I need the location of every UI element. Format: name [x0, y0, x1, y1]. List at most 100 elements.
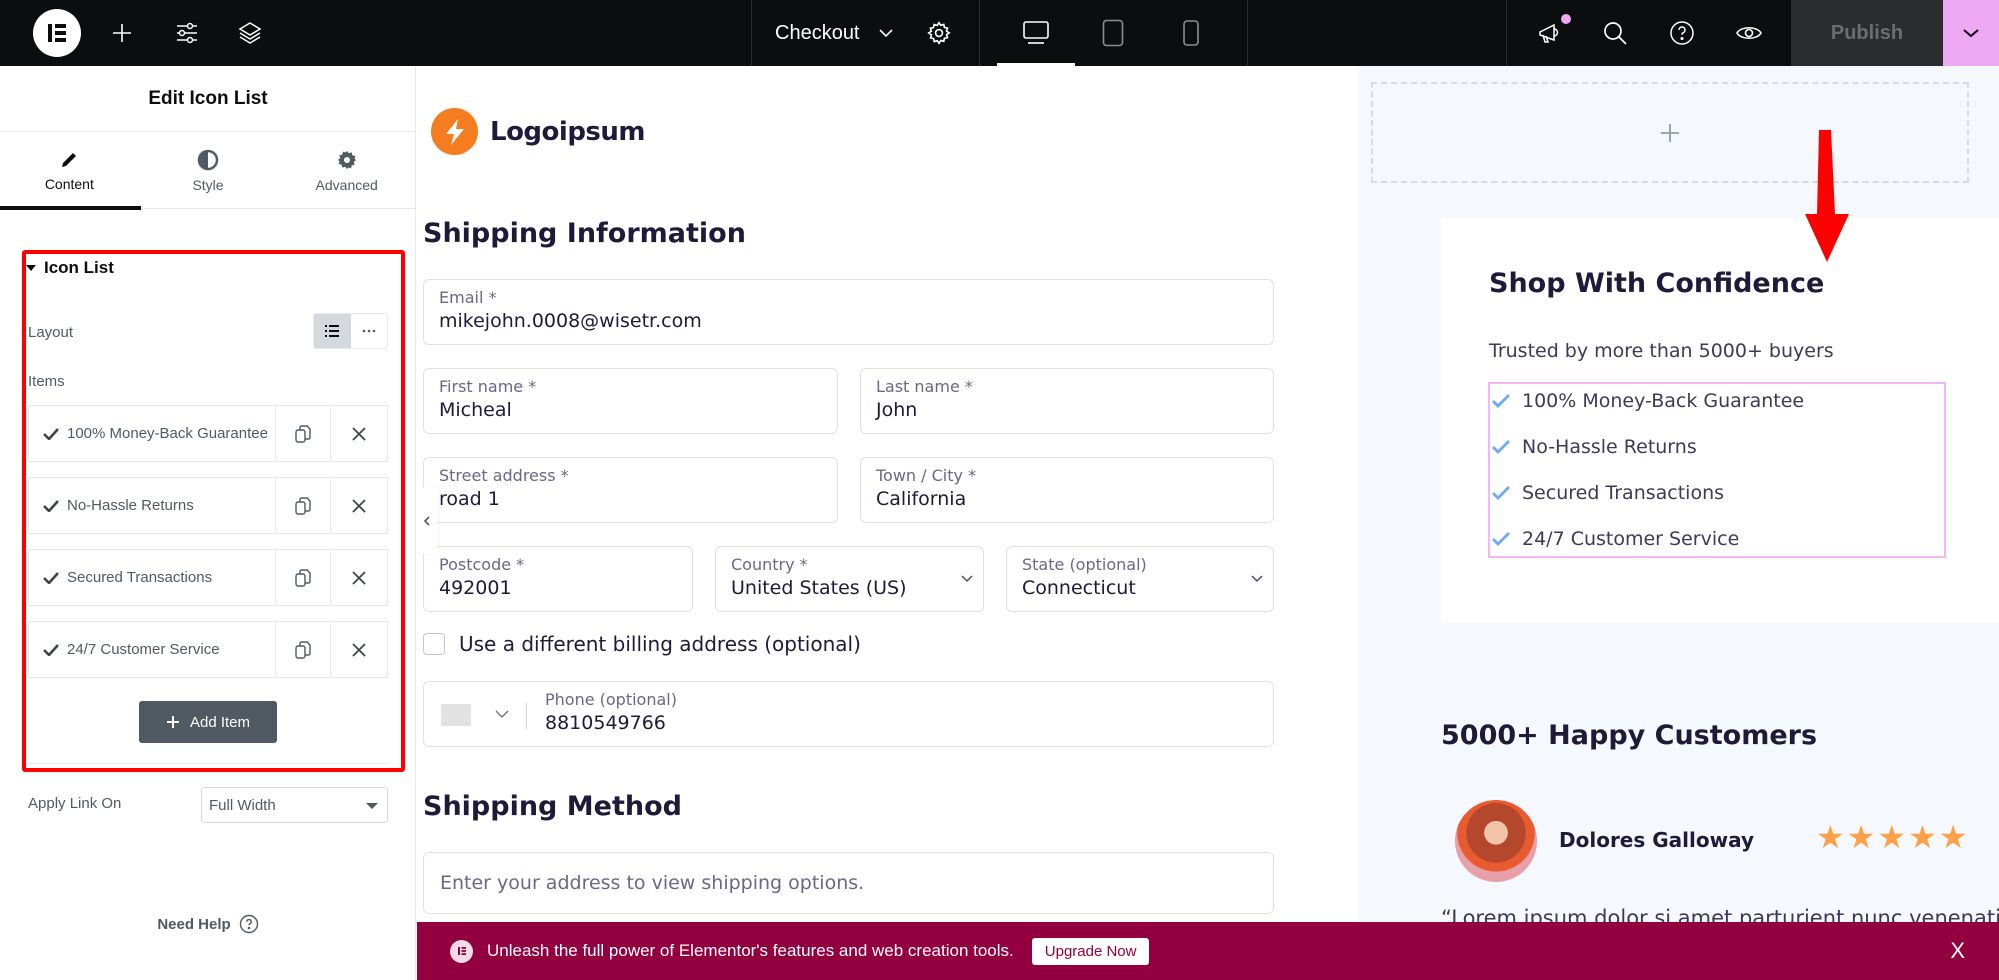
panel-title: Edit Icon List [0, 66, 416, 132]
need-help-link[interactable]: Need Help [0, 914, 416, 934]
copy-icon [295, 568, 311, 587]
remove-item-button[interactable] [331, 550, 387, 605]
apply-link-select[interactable]: Full Width [201, 787, 388, 823]
postcode-field[interactable]: Postcode * 492001 [423, 546, 693, 612]
country-select[interactable]: Country * United States (US) [715, 546, 984, 612]
gear-icon [927, 21, 951, 45]
close-promo-button[interactable]: X [1950, 938, 1965, 964]
chevron-down-icon [1251, 575, 1263, 582]
remove-item-button[interactable] [331, 406, 387, 461]
shipping-method-note: Enter your address to view shipping opti… [423, 852, 1274, 914]
search-button[interactable] [1601, 0, 1629, 66]
city-label: Town / City * [876, 466, 977, 485]
help-button[interactable] [1668, 0, 1696, 66]
tab-label: Style [192, 176, 224, 193]
shipping-info-title: Shipping Information [423, 218, 746, 249]
phone-field[interactable]: Phone (optional) 8810549766 [423, 681, 1274, 747]
street-label: Street address * [439, 466, 569, 485]
megaphone-icon [1539, 23, 1559, 43]
annotation-arrow-icon [1805, 130, 1849, 262]
star-icon: ★ [1877, 818, 1907, 856]
publish-options-button[interactable] [1943, 0, 1999, 66]
remove-item-button[interactable] [331, 622, 387, 677]
icon-list-item-label: 24/7 Customer Service [1522, 528, 1740, 550]
layers-icon [238, 22, 262, 44]
publish-button[interactable]: Publish [1791, 0, 1943, 66]
layout-label: Layout [28, 324, 74, 341]
street-address-field[interactable]: Street address * road 1 [423, 457, 838, 523]
tab-advanced[interactable]: Advanced [277, 132, 416, 209]
device-tablet-button[interactable] [1100, 0, 1126, 66]
whats-new-button[interactable] [1535, 0, 1565, 66]
contrast-icon [197, 149, 219, 170]
billing-address-checkbox-row[interactable]: Use a different billing address (optiona… [423, 632, 861, 656]
tab-style[interactable]: Style [139, 132, 278, 209]
page-settings-button[interactable] [924, 0, 954, 66]
tablet-icon [1102, 19, 1124, 47]
email-label: Email * [439, 288, 497, 307]
billing-address-checkbox[interactable] [423, 633, 445, 655]
country-flag-selector[interactable] [441, 704, 471, 726]
add-item-button[interactable]: Add Item [139, 701, 277, 743]
elementor-logo-button[interactable] [33, 9, 81, 57]
copy-icon [295, 424, 311, 443]
duplicate-item-button[interactable] [276, 550, 332, 605]
repeater-item-title[interactable]: No-Hassle Returns [29, 478, 276, 533]
repeater-item-title[interactable]: Secured Transactions [29, 550, 276, 605]
duplicate-item-button[interactable] [276, 406, 332, 461]
first-name-field[interactable]: First name * Micheal [423, 368, 838, 434]
divider [28, 763, 388, 764]
chevron-down-icon [495, 710, 509, 718]
items-label: Items [28, 373, 65, 390]
last-name-label: Last name * [876, 377, 973, 396]
icon-list-item: No-Hassle Returns [1492, 436, 1697, 458]
star-icon: ★ [1846, 818, 1876, 856]
page-title-dropdown[interactable]: Checkout [775, 0, 894, 66]
testimonials-title: 5000+ Happy Customers [1441, 720, 1818, 751]
upgrade-now-button[interactable]: Upgrade Now [1031, 937, 1150, 965]
section-icon-list-toggle[interactable]: Icon List [26, 258, 114, 278]
tab-content[interactable]: Content [0, 132, 141, 210]
icon-list-item-label: No-Hassle Returns [1522, 436, 1697, 458]
star-rating: ★ ★ ★ ★ ★ [1816, 821, 1967, 853]
city-field[interactable]: Town / City * California [860, 457, 1274, 523]
street-value: road 1 [439, 488, 500, 510]
duplicate-item-button[interactable] [276, 478, 332, 533]
last-name-field[interactable]: Last name * John [860, 368, 1274, 434]
icon-list-item-label: 100% Money-Back Guarantee [1522, 390, 1805, 412]
more-horizontal-icon [362, 329, 376, 333]
add-widget-dropzone[interactable] [1371, 82, 1969, 183]
brand-logo[interactable]: Logoipsum [431, 108, 646, 155]
panel-tabs: Content Style Advanced [0, 132, 416, 210]
elementor-logo-icon [48, 24, 66, 42]
reviewer-avatar [1455, 800, 1537, 882]
item-label: No-Hassle Returns [67, 497, 194, 514]
structure-button[interactable] [236, 0, 264, 66]
check-icon [1492, 440, 1510, 454]
list-icon [325, 325, 340, 337]
device-mobile-button[interactable] [1180, 0, 1202, 66]
layout-default-button[interactable] [314, 314, 351, 348]
layout-inline-button[interactable] [351, 314, 388, 348]
icon-list-item: 24/7 Customer Service [1492, 528, 1739, 550]
icon-list-widget[interactable]: 100% Money-Back Guarantee No-Hassle Retu… [1488, 382, 1946, 558]
chevron-down-icon [961, 575, 973, 582]
check-icon [43, 499, 59, 512]
need-help-label: Need Help [157, 915, 231, 933]
repeater-item-title[interactable]: 100% Money-Back Guarantee [29, 406, 276, 461]
divider [526, 703, 527, 729]
add-element-button[interactable] [108, 0, 136, 66]
email-field[interactable]: Email * mikejohn.0008@wisetr.com [423, 279, 1274, 345]
pencil-icon [62, 152, 77, 167]
collapse-panel-button[interactable] [416, 488, 438, 554]
preview-button[interactable] [1734, 0, 1764, 66]
remove-item-button[interactable] [331, 478, 387, 533]
star-icon: ★ [1908, 818, 1937, 856]
eye-icon [1736, 26, 1762, 40]
state-select[interactable]: State (optional) Connecticut [1006, 546, 1274, 612]
repeater-item-title[interactable]: 24/7 Customer Service [29, 622, 276, 677]
check-icon [43, 427, 59, 440]
site-settings-button[interactable] [173, 0, 201, 66]
duplicate-item-button[interactable] [276, 622, 332, 677]
device-desktop-button[interactable] [1020, 0, 1052, 66]
